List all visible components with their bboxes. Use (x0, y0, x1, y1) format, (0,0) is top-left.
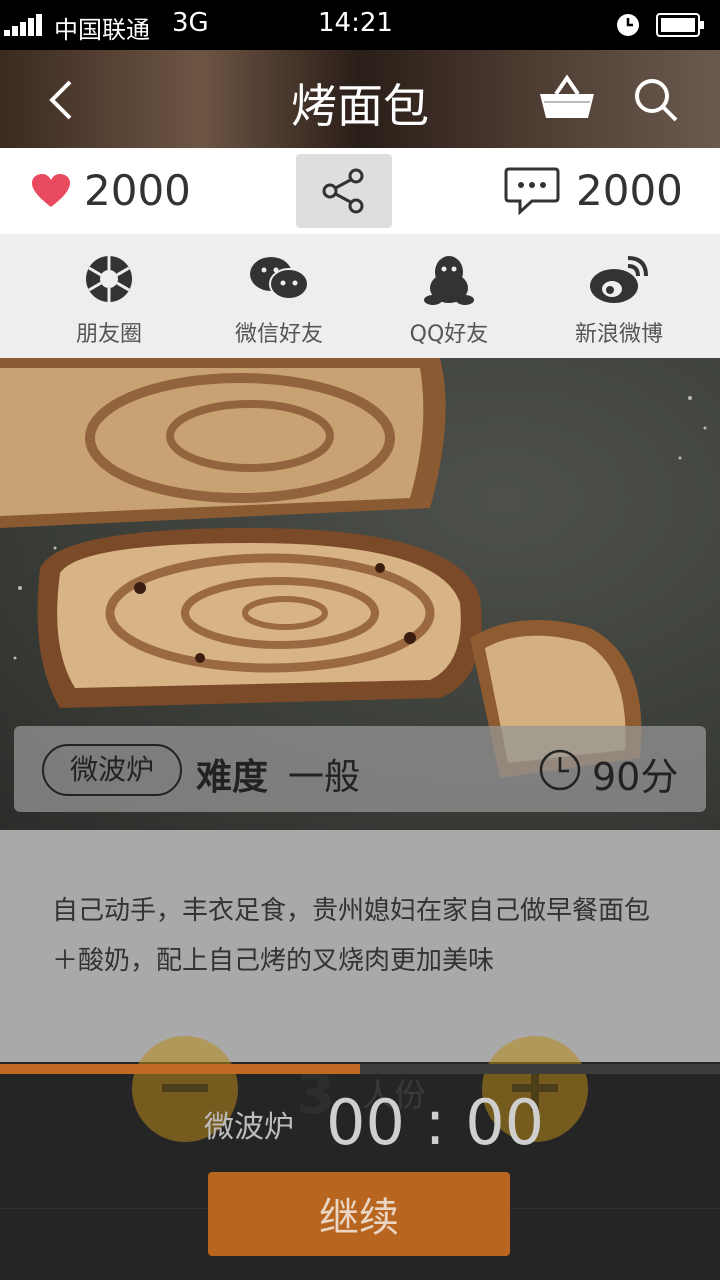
aperture-icon (86, 256, 132, 302)
clock: 14:21 (318, 8, 393, 38)
network-type: 3G (172, 8, 209, 38)
share-label: 新浪微博 (574, 322, 663, 347)
alarm-icon (617, 14, 639, 36)
timer-progress-fill (0, 1064, 360, 1074)
likes-count: 2000 (84, 166, 191, 215)
share-button[interactable] (296, 154, 392, 228)
comment-icon[interactable] (504, 166, 560, 216)
share-icon (322, 168, 364, 214)
stats-row: 2000 2000 (0, 148, 720, 234)
qq-penguin-icon (424, 256, 474, 305)
battery-icon (656, 13, 704, 37)
search-icon[interactable] (632, 76, 680, 124)
minus-icon (162, 1084, 208, 1092)
difficulty-value: 一般 (288, 757, 361, 798)
heart-icon[interactable] (32, 174, 70, 208)
difficulty-label: 难度 (196, 757, 269, 798)
timer-value: 00 : 00 (326, 1086, 545, 1159)
appliance-tag: 微波炉 (42, 744, 182, 796)
share-label: QQ好友 (409, 322, 489, 347)
weibo-icon (590, 256, 648, 303)
share-weibo[interactable]: 新浪微博 (534, 234, 704, 358)
basket-icon[interactable] (538, 72, 596, 122)
signal-icon (4, 0, 48, 50)
cook-time: 90分 (592, 755, 679, 799)
share-targets: 朋友圈 微信好友 QQ好友 新浪微博 (0, 234, 720, 358)
page-title: 烤面包 (291, 79, 429, 133)
wechat-icon (250, 257, 309, 300)
description-panel: 自己动手，丰衣足食，贵州媳妇在家自己做早餐面包＋酸奶，配上自己烤的叉烧肉更加美味 (0, 830, 720, 1064)
clock-icon (539, 749, 581, 791)
share-label: 朋友圈 (75, 322, 142, 347)
status-bar: 中国联通 3G 14:21 (0, 0, 720, 50)
comments-count: 2000 (576, 166, 683, 215)
share-moments[interactable]: 朋友圈 (24, 234, 194, 358)
recipe-info-bar: 微波炉 难度 一般 90分 (14, 726, 706, 812)
continue-button[interactable]: 继续 (208, 1172, 510, 1256)
share-qq-friend[interactable]: QQ好友 (364, 234, 534, 358)
header-bar: 烤面包 (0, 50, 720, 148)
recipe-description: 自己动手，丰衣足食，贵州媳妇在家自己做早餐面包＋酸奶，配上自己烤的叉烧肉更加美味 (52, 896, 651, 976)
share-label: 微信好友 (234, 322, 323, 347)
carrier-name: 中国联通 (54, 16, 150, 44)
share-wechat-friend[interactable]: 微信好友 (194, 234, 364, 358)
timer-label: 微波炉 (204, 1110, 294, 1145)
